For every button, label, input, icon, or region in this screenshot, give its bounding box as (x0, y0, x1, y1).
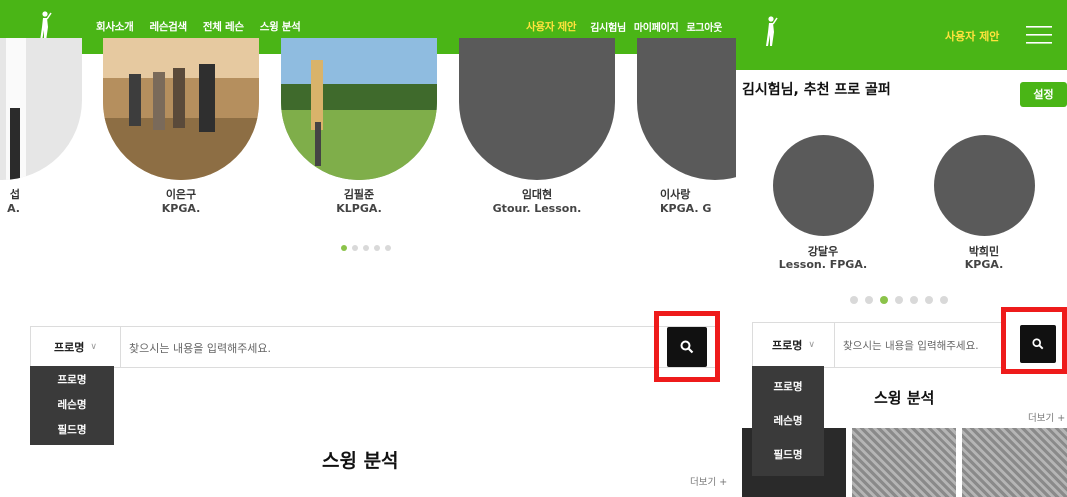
search-input[interactable]: 찾으시는 내용을 입력해주세요. (129, 340, 271, 356)
pro-photo[interactable] (103, 38, 259, 180)
mobile-top-bar: 사용자 제안 (736, 0, 1067, 70)
pro-affiliation: Lesson. FPGA. (778, 258, 868, 271)
pro-photo-placeholder[interactable] (637, 38, 736, 180)
pagination-dot[interactable] (895, 296, 903, 304)
search-category-value: 프로명 (772, 339, 803, 352)
search-category-dropdown: 프로명 레슨명 필드명 (30, 366, 114, 445)
search-bar: 프로명 ∨ 찾으시는 내용을 입력해주세요. (752, 322, 1002, 368)
dropdown-option-lesson[interactable]: 레슨명 (30, 393, 114, 418)
more-link[interactable]: 더보기 + (1028, 410, 1065, 424)
pro-name: 강달우 (807, 245, 839, 258)
chevron-down-icon: ∨ (808, 340, 815, 350)
search-category-value: 프로명 (54, 341, 85, 354)
pro-photo[interactable] (0, 38, 82, 180)
search-bar: 프로명 ∨ 찾으시는 내용을 입력해주세요. (30, 326, 720, 368)
settings-button[interactable]: 설정 (1020, 82, 1067, 107)
pagination-dot[interactable] (352, 245, 358, 251)
dropdown-option-pro[interactable]: 프로명 (30, 368, 114, 393)
search-category-dropdown: 프로명 레슨명 필드명 (752, 366, 824, 476)
pagination-dot[interactable] (363, 245, 369, 251)
dropdown-option-field[interactable]: 필드명 (752, 438, 824, 472)
pagination-dot[interactable] (910, 296, 918, 304)
pro-affiliation: KPGA. (964, 258, 1004, 271)
pro-photo-image (281, 38, 437, 180)
user-suggestion-link[interactable]: 사용자 제안 (526, 19, 576, 34)
desktop-view: 회사소개 레슨검색 전체 레슨 스윙 분석 사용자 제안 김시험님 마이페이지 … (0, 0, 736, 497)
pro-photo[interactable] (281, 38, 437, 180)
pro-name: 이은구 (165, 188, 197, 201)
pro-name: 김필준 (343, 188, 375, 201)
swing-thumbnail[interactable] (852, 428, 956, 497)
chevron-down-icon: ∨ (90, 342, 97, 352)
nav-company[interactable]: 회사소개 (96, 19, 134, 34)
search-icon (1032, 338, 1044, 350)
search-button[interactable] (667, 327, 707, 367)
pagination-dot[interactable] (385, 245, 391, 251)
swing-thumbnail[interactable] (962, 428, 1067, 497)
pagination-dot[interactable] (925, 296, 933, 304)
nav-all-lessons[interactable]: 전체 레슨 (203, 19, 244, 34)
nav-lesson-search[interactable]: 레슨검색 (149, 19, 187, 34)
section-title: 스윙 분석 (322, 450, 399, 472)
dropdown-option-pro[interactable]: 프로명 (752, 370, 824, 404)
pro-affiliation: KPGA. G (660, 202, 712, 215)
pro-photo-placeholder[interactable] (773, 135, 874, 236)
search-category-select[interactable]: 프로명 ∨ (753, 323, 835, 367)
pagination-dot[interactable] (374, 245, 380, 251)
recommended-pros-heading: 김시험님, 추천 프로 골퍼 (742, 82, 891, 98)
mobile-view: 사용자 제안 김시험님, 추천 프로 골퍼 설정 강달우 Lesson. FPG… (736, 0, 1067, 497)
golfer-logo-icon[interactable] (760, 15, 780, 47)
pro-photo-image (6, 38, 26, 180)
pro-affiliation: A. (7, 202, 20, 215)
hamburger-menu-icon[interactable] (1026, 25, 1052, 45)
dropdown-option-lesson[interactable]: 레슨명 (752, 404, 824, 438)
pagination-dot[interactable] (940, 296, 948, 304)
pro-affiliation: Gtour. Lesson. (492, 202, 582, 215)
pro-photo-image (103, 38, 259, 180)
main-menu: 회사소개 레슨검색 전체 레슨 스윙 분석 (96, 19, 301, 34)
search-button[interactable] (1020, 325, 1056, 363)
search-category-select[interactable]: 프로명 ∨ (31, 327, 121, 367)
user-name[interactable]: 김시험님 (590, 19, 626, 34)
user-suggestion-link[interactable]: 사용자 제안 (945, 28, 999, 44)
carousel-pagination (850, 296, 948, 304)
carousel-pagination (341, 245, 391, 251)
dropdown-option-field[interactable]: 필드명 (30, 418, 114, 443)
pro-name: 섭 (9, 188, 20, 201)
more-link[interactable]: 더보기 + (690, 474, 727, 488)
pagination-dot-active[interactable] (880, 296, 888, 304)
nav-swing-analysis[interactable]: 스윙 분석 (260, 19, 301, 34)
pagination-dot[interactable] (865, 296, 873, 304)
pro-name: 임대현 (521, 188, 553, 201)
pagination-dot[interactable] (850, 296, 858, 304)
pro-affiliation: KLPGA. (336, 202, 382, 215)
user-menu: 사용자 제안 김시험님 마이페이지 로그아웃 (526, 19, 722, 34)
pro-affiliation: KPGA. (161, 202, 201, 215)
search-icon (680, 340, 694, 354)
search-input[interactable]: 찾으시는 내용을 입력해주세요. (843, 338, 979, 353)
pro-photo-placeholder[interactable] (459, 38, 615, 180)
mypage-link[interactable]: 마이페이지 (634, 19, 679, 34)
logout-link[interactable]: 로그아웃 (686, 19, 722, 34)
pro-name: 박희민 (968, 245, 1000, 258)
pro-photo-placeholder[interactable] (934, 135, 1035, 236)
section-title: 스윙 분석 (874, 389, 935, 407)
pagination-dot-active[interactable] (341, 245, 347, 251)
pro-name: 이사랑 (660, 188, 691, 201)
